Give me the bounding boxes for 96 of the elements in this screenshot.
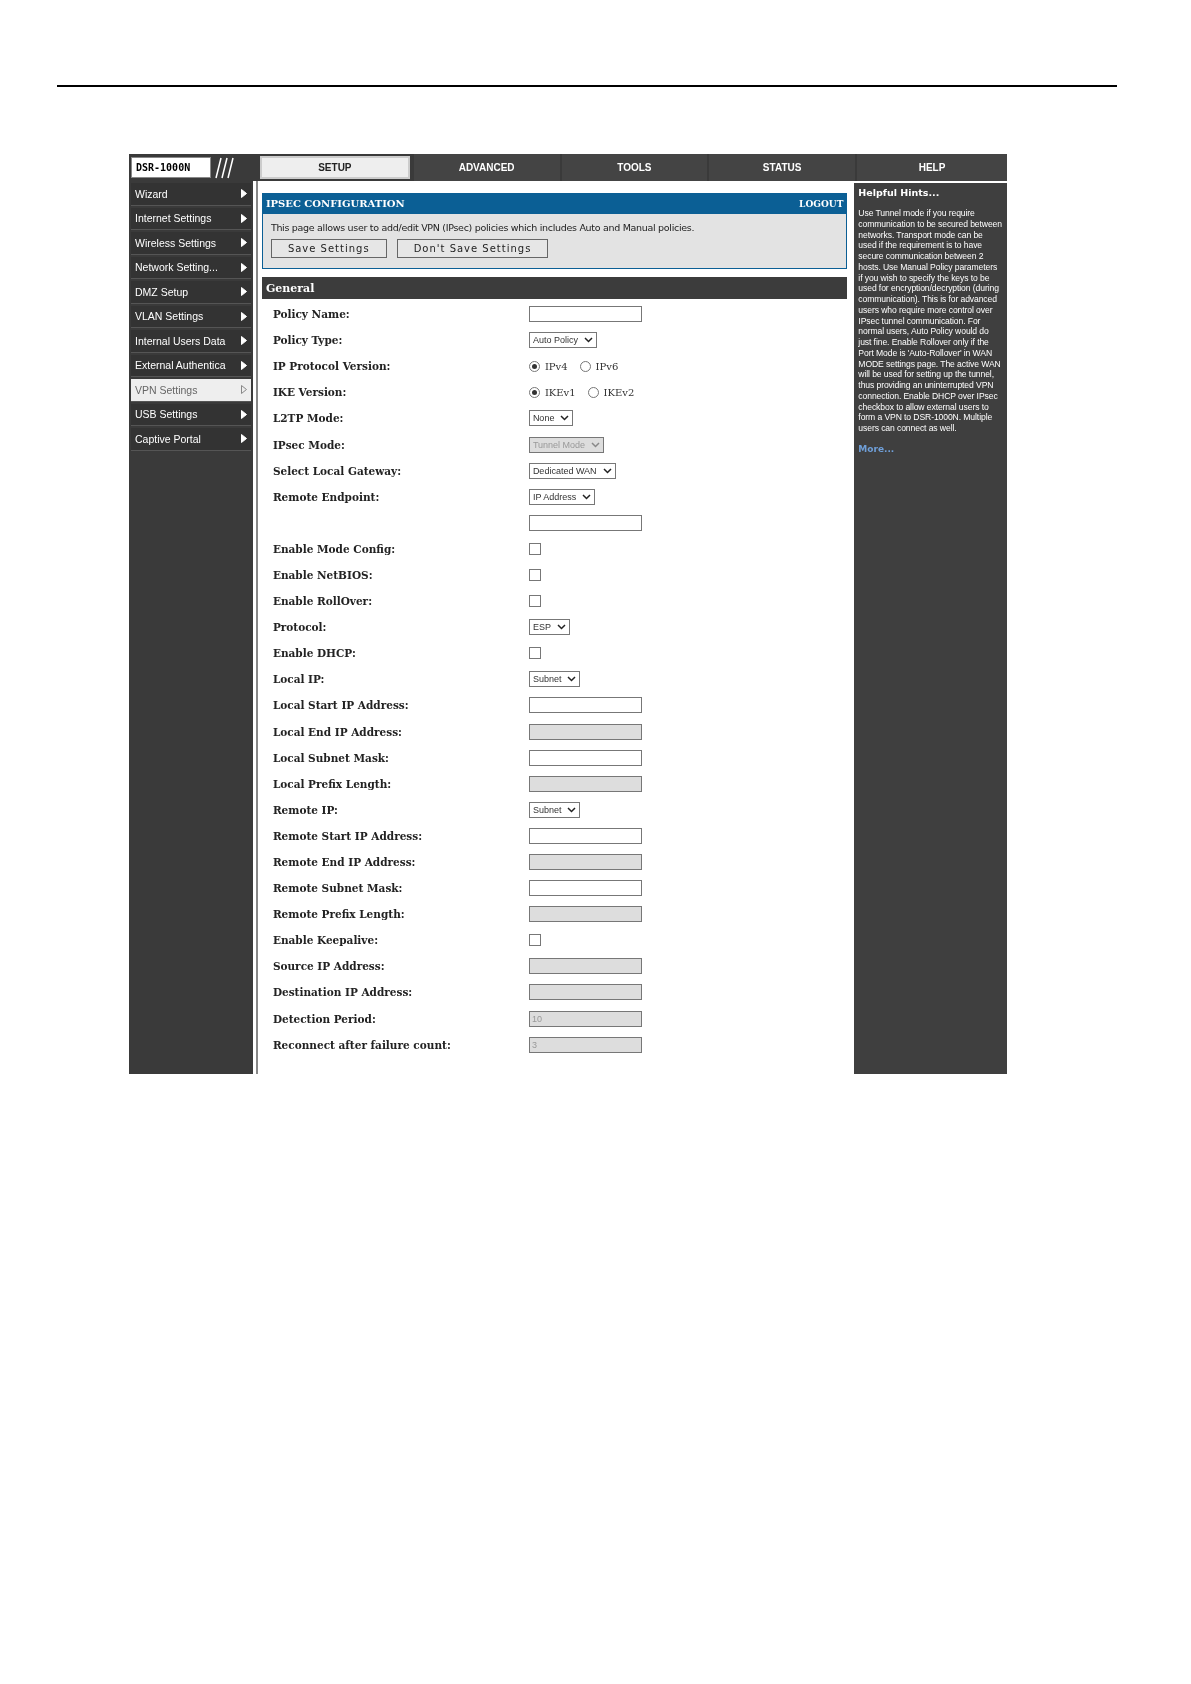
field-label: Enable Keepalive:: [272, 934, 380, 947]
text-field[interactable]: [528, 827, 642, 844]
sidebar-item[interactable]: DMZ Setup: [131, 281, 251, 304]
caret-icon: [602, 467, 612, 474]
dropdown[interactable]: Subnet: [528, 801, 581, 818]
field-label: IKE Version:: [272, 386, 348, 399]
field-label: Protocol:: [272, 621, 328, 634]
sidebar-item[interactable]: Captive Portal: [131, 428, 251, 451]
checkbox[interactable]: [528, 542, 541, 555]
field-label: Remote Start IP Address:: [272, 829, 424, 842]
radio-label: IPv4: [544, 360, 568, 372]
field-label: Enable DHCP:: [272, 647, 357, 660]
dropdown[interactable]: ESP: [528, 619, 570, 636]
field-label: Local Subnet Mask:: [272, 751, 390, 764]
model-label: DSR-1000N: [131, 157, 211, 178]
caret-icon: [582, 493, 592, 500]
more-link[interactable]: More...: [858, 443, 1003, 454]
field-label: IP Protocol Version:: [272, 360, 392, 373]
caret-icon: [567, 806, 577, 813]
radio-label: IPv6: [595, 360, 619, 372]
field-label: Destination IP Address:: [272, 986, 414, 999]
sidebar-item[interactable]: External Authentica: [131, 354, 251, 377]
field-label: Remote Endpoint:: [272, 490, 381, 503]
checkbox[interactable]: [528, 569, 541, 581]
sidebar-item[interactable]: Internet Settings: [131, 207, 251, 230]
caret-icon: [583, 337, 593, 344]
dropdown[interactable]: Dedicated WAN: [528, 462, 616, 479]
settings-button[interactable]: Save Settings: [270, 239, 387, 258]
triangle-icon: [240, 213, 247, 223]
field-label: Select Local Gateway:: [272, 464, 403, 477]
field-label: Enable Mode Config:: [272, 542, 397, 555]
logout-link[interactable]: LOGOUT: [799, 198, 844, 209]
triangle-icon: [240, 189, 247, 199]
settings-button[interactable]: Don't Save Settings: [396, 239, 549, 258]
triangle-icon: [240, 434, 247, 444]
field-label: IPsec Mode:: [272, 438, 346, 451]
description-text: This page allows user to add/edit VPN (IPsec) policies which includes Auto and Manual policies.: [270, 222, 696, 233]
text-field[interactable]: [528, 306, 642, 323]
dropdown[interactable]: Auto Policy: [528, 332, 597, 349]
field-label: Remote End IP Address:: [272, 856, 417, 868]
nav-tab[interactable]: HELP: [857, 154, 1007, 181]
field-label: Enable NetBIOS:: [272, 569, 374, 581]
section-title: General: [265, 281, 315, 295]
triangle-icon: [240, 409, 247, 419]
nav-tab[interactable]: SETUP: [260, 156, 410, 179]
text-field[interactable]: [528, 697, 642, 714]
nav-tab[interactable]: STATUS: [709, 154, 855, 181]
field-label: Remote IP:: [272, 803, 339, 816]
field-label: L2TP Mode:: [272, 412, 345, 425]
triangle-icon: [240, 238, 247, 248]
sidebar-item[interactable]: Network Setting...: [131, 256, 251, 279]
radio-label: IKEv2: [603, 386, 635, 398]
sidebar-item[interactable]: Wizard: [131, 183, 251, 206]
caret-icon: [591, 441, 601, 448]
nav-tab[interactable]: ADVANCED: [413, 154, 560, 181]
triangle-icon: [240, 360, 247, 370]
sidebar-item[interactable]: Wireless Settings: [131, 232, 251, 255]
triangle-icon: [240, 311, 247, 321]
field-label: Local Start IP Address:: [272, 699, 410, 712]
triangle-icon: [240, 262, 247, 272]
caret-icon: [556, 624, 566, 631]
radio-label: IKEv1: [544, 386, 576, 398]
sidebar-item[interactable]: VLAN Settings: [131, 305, 251, 328]
triangle-icon: [240, 287, 247, 297]
checkbox[interactable]: [528, 595, 541, 608]
page-title: IPSEC CONFIGURATION: [265, 198, 405, 209]
field-label: Remote Prefix Length:: [272, 908, 406, 921]
triangle-icon: [240, 385, 247, 395]
help-text: Use Tunnel mode if you require communication to be secured between networks. Transport mode can be used if the requirement is to have secure communication between 2 hosts. Use Manual Policy parameters if you wish to specify the keys to be used for encryption/decryption (during communication). This is for advanced users who require more control over IPsec tunnel communication. For normal users, Auto Policy would do just fine. Enable Rollover only if the Port Mode is 'Auto-Rollover' in WAN MODE settings page. The active WAN will be used for setting up the tunnel, thus providing an uninterrupted VPN connection. Enable DHCP over IPsec checkbox to allow external users to form a VPN to DSR-1000N. Multiple users can connect as well.: [858, 208, 1003, 434]
text-field[interactable]: [528, 514, 642, 531]
help-title: Helpful Hints...: [858, 187, 941, 198]
text-field[interactable]: [528, 880, 642, 897]
caret-icon: [567, 676, 577, 683]
checkbox[interactable]: [528, 647, 541, 660]
field-label: Detection Period:: [272, 1012, 377, 1025]
checkbox[interactable]: [528, 934, 541, 947]
field-label: Remote Subnet Mask:: [272, 882, 404, 895]
field-label: Policy Name:: [272, 308, 351, 321]
field-label: Reconnect after failure count:: [272, 1038, 452, 1051]
sidebar-item[interactable]: VPN Settings: [131, 379, 251, 402]
sidebar-item[interactable]: Internal Users Data: [131, 330, 251, 353]
field-label: Enable RollOver:: [272, 595, 374, 608]
field-label: Policy Type:: [272, 334, 344, 347]
slash-logo-icon: [215, 156, 235, 179]
dropdown[interactable]: None: [528, 410, 574, 427]
field-label: Local Prefix Length:: [272, 777, 393, 790]
dropdown[interactable]: IP Address: [528, 488, 596, 505]
triangle-icon: [240, 336, 247, 346]
field-label: Local IP:: [272, 673, 326, 686]
sidebar-item[interactable]: USB Settings: [131, 403, 251, 426]
dropdown[interactable]: Subnet: [528, 671, 581, 688]
text-field[interactable]: [528, 749, 642, 766]
nav-tab[interactable]: TOOLS: [561, 154, 708, 181]
caret-icon: [560, 415, 570, 422]
field-label: Local End IP Address:: [272, 725, 403, 738]
field-label: Source IP Address:: [272, 960, 386, 973]
